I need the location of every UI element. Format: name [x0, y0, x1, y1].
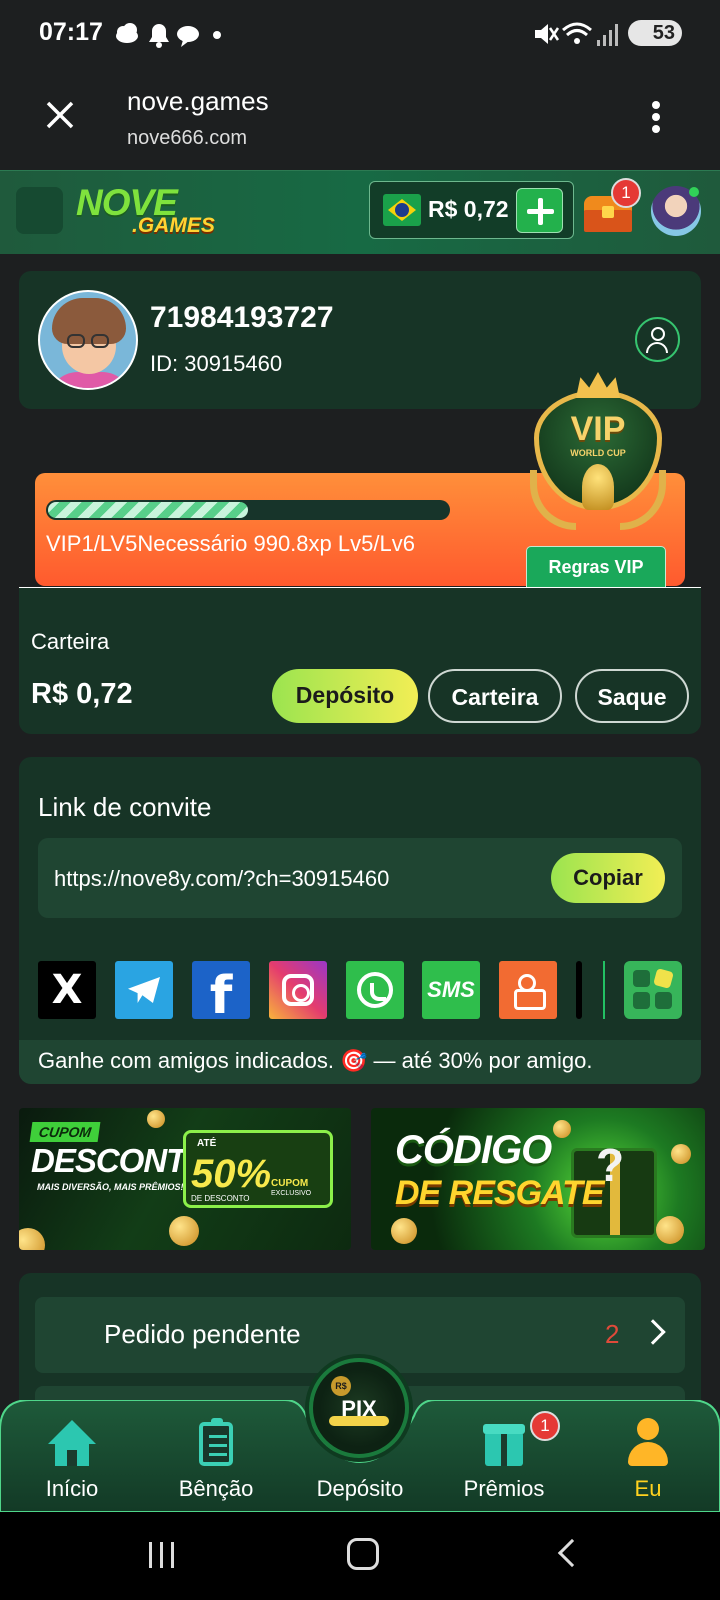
wallet-label: Carteira: [31, 629, 110, 654]
wallet-button[interactable]: Carteira: [428, 669, 562, 723]
battery-icon: 53: [628, 20, 682, 46]
more-apps-icon[interactable]: [624, 961, 682, 1019]
nav-bencao[interactable]: Bênção: [156, 1418, 276, 1510]
user-id: ID: 30915460: [150, 351, 283, 376]
wallet-amount: R$ 0,72: [31, 678, 133, 710]
copy-button[interactable]: Copiar: [551, 853, 665, 903]
vip-rules-button[interactable]: Regras VIP: [526, 546, 666, 588]
vip-progress-text: VIP1/LV5Necessário 990.8xp Lv5/Lv6: [46, 531, 415, 556]
nav-inicio-label: Início: [45, 1476, 99, 1501]
plus-icon[interactable]: [516, 188, 563, 233]
vip-progress-fill: [48, 502, 248, 518]
telegram-share-icon[interactable]: [115, 961, 173, 1019]
status-left-icons: [116, 23, 221, 48]
home-button-icon[interactable]: [347, 1538, 379, 1570]
coupon-subtitle: MAIS DIVERSÃO, MAIS PRÊMIOS!: [37, 1182, 184, 1192]
invite-title: Link de convite: [38, 792, 212, 822]
person-icon: [624, 1418, 672, 1468]
redeem-title-line1: CÓDIGO: [395, 1128, 552, 1172]
more-vert-icon[interactable]: [651, 100, 661, 134]
nav-bencao-label: Bênção: [178, 1476, 254, 1501]
pix-icon: PIX: [341, 1396, 377, 1421]
coupon-cupom: CUPOM: [271, 1178, 309, 1189]
deposit-button[interactable]: Depósito: [272, 669, 418, 723]
signal-icon: [597, 24, 618, 46]
sms-share-icon[interactable]: SMS: [422, 961, 480, 1019]
trophy-icon: [582, 464, 614, 510]
clipboard-icon: [192, 1418, 240, 1468]
vip-badge-title: VIP: [570, 410, 626, 448]
chat-icon: [177, 26, 199, 47]
redeem-title-line2: DE RESGATE: [395, 1174, 605, 1212]
nav-premios-label: Prêmios: [463, 1476, 545, 1501]
username: 71984193727: [150, 301, 334, 334]
redeem-code-banner[interactable]: ? CÓDIGO DE RESGATE: [371, 1108, 705, 1250]
nav-eu[interactable]: Eu: [588, 1418, 708, 1510]
vip-badge-subtitle: WORLD CUP: [570, 448, 626, 458]
pending-order-label: Pedido pendente: [104, 1319, 301, 1349]
browser-toolbar: [0, 66, 720, 170]
home-icon: [48, 1418, 96, 1468]
coupon-up-to: ATÉ: [197, 1138, 217, 1149]
share-icon-cutoff: [576, 961, 582, 1019]
online-indicator: [689, 187, 699, 197]
chest-notification-badge: 1: [611, 178, 641, 208]
bell-icon: [149, 24, 169, 48]
header-balance: R$ 0,72: [428, 196, 509, 222]
coupon-discount-banner[interactable]: CUPOM DESCONTO MAIS DIVERSÃO, MAIS PRÊMI…: [19, 1108, 351, 1250]
nav-deposito-label: Depósito: [316, 1476, 404, 1501]
coupon-desc: DE DESCONTO: [191, 1194, 250, 1203]
share-divider: [603, 961, 605, 1019]
nove-games-logo[interactable]: NOVE .GAMES: [76, 182, 228, 238]
user-avatar[interactable]: [38, 290, 138, 390]
nav-eu-label: Eu: [634, 1476, 662, 1501]
gift-icon: [480, 1418, 528, 1468]
menu-icon[interactable]: [16, 187, 63, 234]
whatsapp-share-icon[interactable]: [346, 961, 404, 1019]
cloud-icon: [116, 23, 138, 43]
x-share-icon[interactable]: X: [38, 961, 96, 1019]
pending-order-count: 2: [605, 1319, 620, 1349]
pix-deposit-button[interactable]: R$ PIX: [309, 1358, 409, 1458]
edit-profile-icon[interactable]: [635, 317, 680, 362]
dot-icon: [213, 31, 221, 39]
status-right-icons: [535, 22, 618, 46]
recent-apps-icon[interactable]: [147, 1540, 177, 1570]
instagram-share-icon[interactable]: [269, 961, 327, 1019]
coupon-tag: CUPOM: [29, 1122, 101, 1142]
brazil-flag-icon: [383, 194, 421, 226]
wifi-icon: [562, 22, 592, 44]
coupon-percent: 50%: [191, 1152, 272, 1196]
mute-icon: [535, 24, 560, 44]
vip-world-cup-badge: VIP WORLD CUP: [524, 372, 672, 542]
invite-link[interactable]: https://nove8y.com/?ch=30915460: [54, 866, 389, 892]
close-icon[interactable]: [46, 101, 74, 129]
kwai-share-icon[interactable]: [499, 961, 557, 1019]
coupon-exclusive: EXCLUSIVO: [271, 1190, 312, 1197]
coin-icon: R$: [331, 1376, 351, 1396]
premios-notification-badge: 1: [530, 1411, 560, 1441]
crown-icon: [576, 372, 620, 398]
withdraw-button[interactable]: Saque: [575, 669, 689, 723]
logo-text-bottom: .GAMES: [132, 214, 215, 237]
status-time: 07:17: [39, 18, 103, 46]
facebook-share-icon[interactable]: f: [192, 961, 250, 1026]
invite-footer-text: Ganhe com amigos indicados. 🎯 — até 30% …: [38, 1048, 593, 1073]
nav-inicio[interactable]: Início: [12, 1418, 132, 1510]
browser-page-title: nove.games: [127, 86, 269, 116]
browser-url[interactable]: nove666.com: [127, 127, 247, 150]
